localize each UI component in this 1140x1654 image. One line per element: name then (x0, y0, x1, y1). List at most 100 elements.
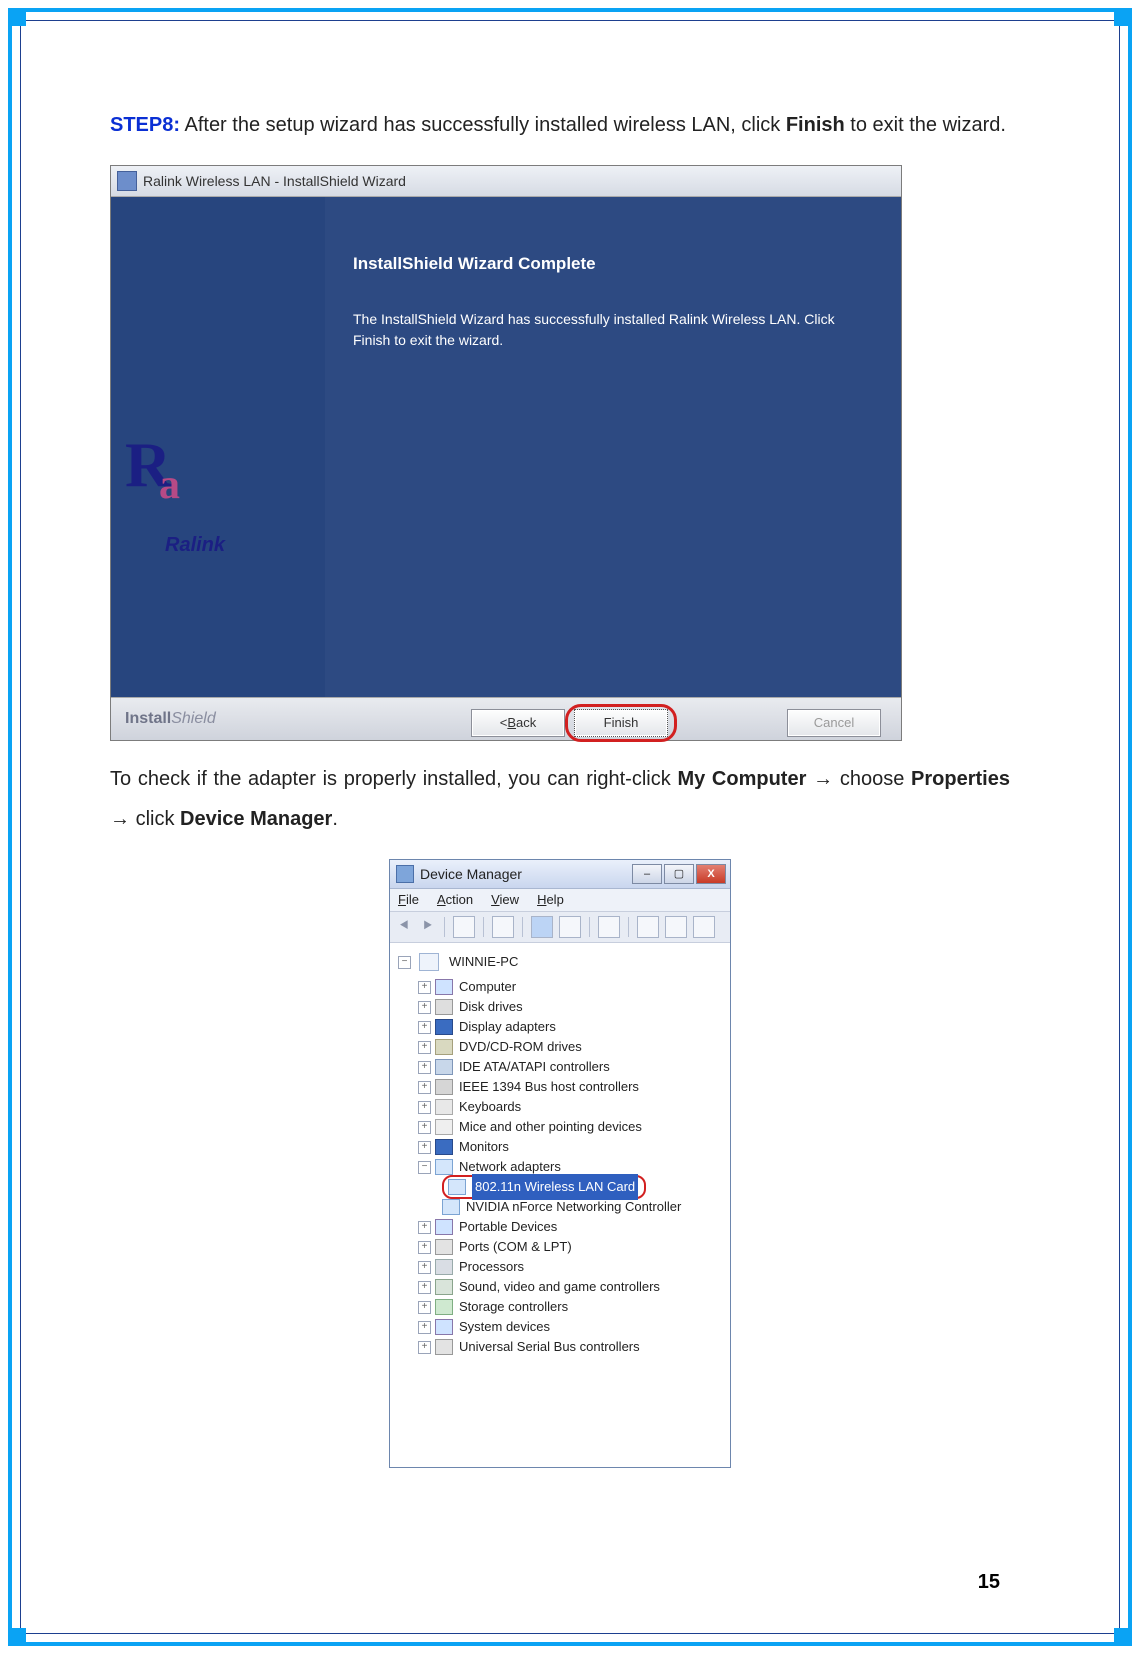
toolbar-icon[interactable] (598, 916, 620, 938)
devmgr-wrap: Device Manager – ▢ X File Action View He… (110, 859, 1010, 1468)
installer-main: InstallShield Wizard Complete The Instal… (325, 197, 901, 697)
port-icon (435, 1239, 453, 1255)
installer-footer: InstallShield < Back Finish Cancel (111, 697, 901, 740)
collapse-icon[interactable]: − (418, 1161, 431, 1174)
expand-icon[interactable]: + (418, 1101, 431, 1114)
toolbar-icon[interactable] (637, 916, 659, 938)
cancel-label: Cancel (814, 710, 854, 736)
toolbar-icon[interactable] (492, 916, 514, 938)
mid-click: click (136, 808, 180, 830)
tree-node-ieee[interactable]: +IEEE 1394 Bus host controllers (398, 1077, 730, 1097)
content-area: STEP8: After the setup wizard has succes… (110, 85, 1010, 1468)
installer-window: Ralink Wireless LAN - InstallShield Wiza… (110, 165, 902, 741)
expand-icon[interactable]: + (418, 1261, 431, 1274)
disk-icon (435, 999, 453, 1015)
tree-node-mice[interactable]: +Mice and other pointing devices (398, 1117, 730, 1137)
expand-icon[interactable]: + (418, 1001, 431, 1014)
corner-icon (1114, 8, 1132, 26)
expand-icon[interactable]: + (418, 1281, 431, 1294)
tree-node-nvidia-net[interactable]: NVIDIA nForce Networking Controller (398, 1197, 730, 1217)
back-pre: < (500, 710, 508, 736)
arrow-icon: → (806, 768, 839, 790)
toolbar-icon[interactable] (453, 916, 475, 938)
device-tree: − WINNIE-PC +Computer +Disk drives +Disp… (390, 943, 730, 1467)
corner-icon (8, 1628, 26, 1646)
device-manager-window: Device Manager – ▢ X File Action View He… (389, 859, 731, 1468)
finish-label: Finish (604, 710, 639, 736)
expand-icon[interactable]: + (418, 1341, 431, 1354)
expand-icon[interactable]: + (418, 981, 431, 994)
tree-node-monitors[interactable]: +Monitors (398, 1137, 730, 1157)
mouse-icon (435, 1119, 453, 1135)
expand-icon[interactable]: + (418, 1301, 431, 1314)
brand-light: Shield (171, 710, 215, 727)
finish-button[interactable]: Finish (574, 709, 668, 737)
devmgr-toolbar: ⯇ ⯈ (390, 912, 730, 943)
storage-icon (435, 1299, 453, 1315)
processor-icon (435, 1259, 453, 1275)
menu-action[interactable]: Action (437, 887, 473, 913)
finish-highlight: Finish (565, 704, 677, 742)
installer-buttons: < Back Finish Cancel (471, 704, 881, 742)
menu-view[interactable]: View (491, 887, 519, 913)
tree-node-disk[interactable]: +Disk drives (398, 997, 730, 1017)
expand-icon[interactable]: + (418, 1321, 431, 1334)
expand-icon[interactable]: + (418, 1241, 431, 1254)
expand-icon[interactable]: + (418, 1141, 431, 1154)
keyboard-icon (435, 1099, 453, 1115)
help-icon[interactable] (531, 916, 553, 938)
finish-keyword: Finish (786, 114, 845, 136)
back-button[interactable]: < Back (471, 709, 565, 737)
installer-heading: InstallShield Wizard Complete (353, 247, 873, 281)
mid-mycomputer: My Computer (677, 768, 806, 790)
toolbar-icon[interactable] (665, 916, 687, 938)
expand-icon[interactable]: + (418, 1081, 431, 1094)
app-icon (117, 171, 137, 191)
menu-help[interactable]: Help (537, 887, 564, 913)
minimize-button[interactable]: – (632, 864, 662, 884)
back-post: ack (516, 710, 536, 736)
tree-node-ports[interactable]: +Ports (COM & LPT) (398, 1237, 730, 1257)
expand-icon[interactable]: + (418, 1021, 431, 1034)
tree-node-computer[interactable]: +Computer (398, 977, 730, 997)
close-button[interactable]: X (696, 864, 726, 884)
menu-file[interactable]: File (398, 887, 419, 913)
expand-icon[interactable]: + (418, 1121, 431, 1134)
devmgr-icon (396, 865, 414, 883)
root-label: WINNIE-PC (449, 949, 518, 975)
ralink-logo-icon: R a (125, 449, 225, 529)
step-label: STEP8: (110, 114, 180, 136)
devmgr-titlebar[interactable]: Device Manager – ▢ X (390, 860, 730, 889)
ieee-icon (435, 1079, 453, 1095)
forward-arrow-icon[interactable]: ⯈ (419, 911, 436, 943)
mid-properties: Properties (911, 768, 1010, 790)
node-label: Universal Serial Bus controllers (459, 1334, 640, 1360)
sound-icon (435, 1279, 453, 1295)
document-page: STEP8: After the setup wizard has succes… (0, 0, 1140, 1654)
toolbar-icon[interactable] (693, 916, 715, 938)
tree-node-usb[interactable]: + Universal Serial Bus controllers (398, 1337, 730, 1357)
installer-title: Ralink Wireless LAN - InstallShield Wiza… (143, 167, 406, 195)
separator (483, 917, 484, 937)
collapse-icon[interactable]: − (398, 956, 411, 969)
separator (628, 917, 629, 937)
expand-icon[interactable]: + (418, 1061, 431, 1074)
tree-root[interactable]: − WINNIE-PC (398, 949, 730, 975)
installer-titlebar[interactable]: Ralink Wireless LAN - InstallShield Wiza… (111, 166, 901, 197)
back-arrow-icon[interactable]: ⯇ (396, 911, 413, 943)
close-x: X (707, 863, 714, 885)
network-icon (435, 1159, 453, 1175)
toolbar-icon[interactable] (559, 916, 581, 938)
installer-body-text: The InstallShield Wizard has successfull… (353, 309, 873, 351)
expand-icon[interactable]: + (418, 1221, 431, 1234)
maximize-button[interactable]: ▢ (664, 864, 694, 884)
corner-icon (1114, 1628, 1132, 1646)
cancel-button[interactable]: Cancel (787, 709, 881, 737)
expand-icon[interactable]: + (418, 1041, 431, 1054)
computer-icon (435, 979, 453, 995)
mid-pre: To check if the adapter is properly inst… (110, 768, 677, 790)
devmgr-menubar: File Action View Help (390, 889, 730, 912)
tree-node-storage[interactable]: +Storage controllers (398, 1297, 730, 1317)
separator (589, 917, 590, 937)
step-text-tail: to exit the wizard. (845, 114, 1006, 136)
